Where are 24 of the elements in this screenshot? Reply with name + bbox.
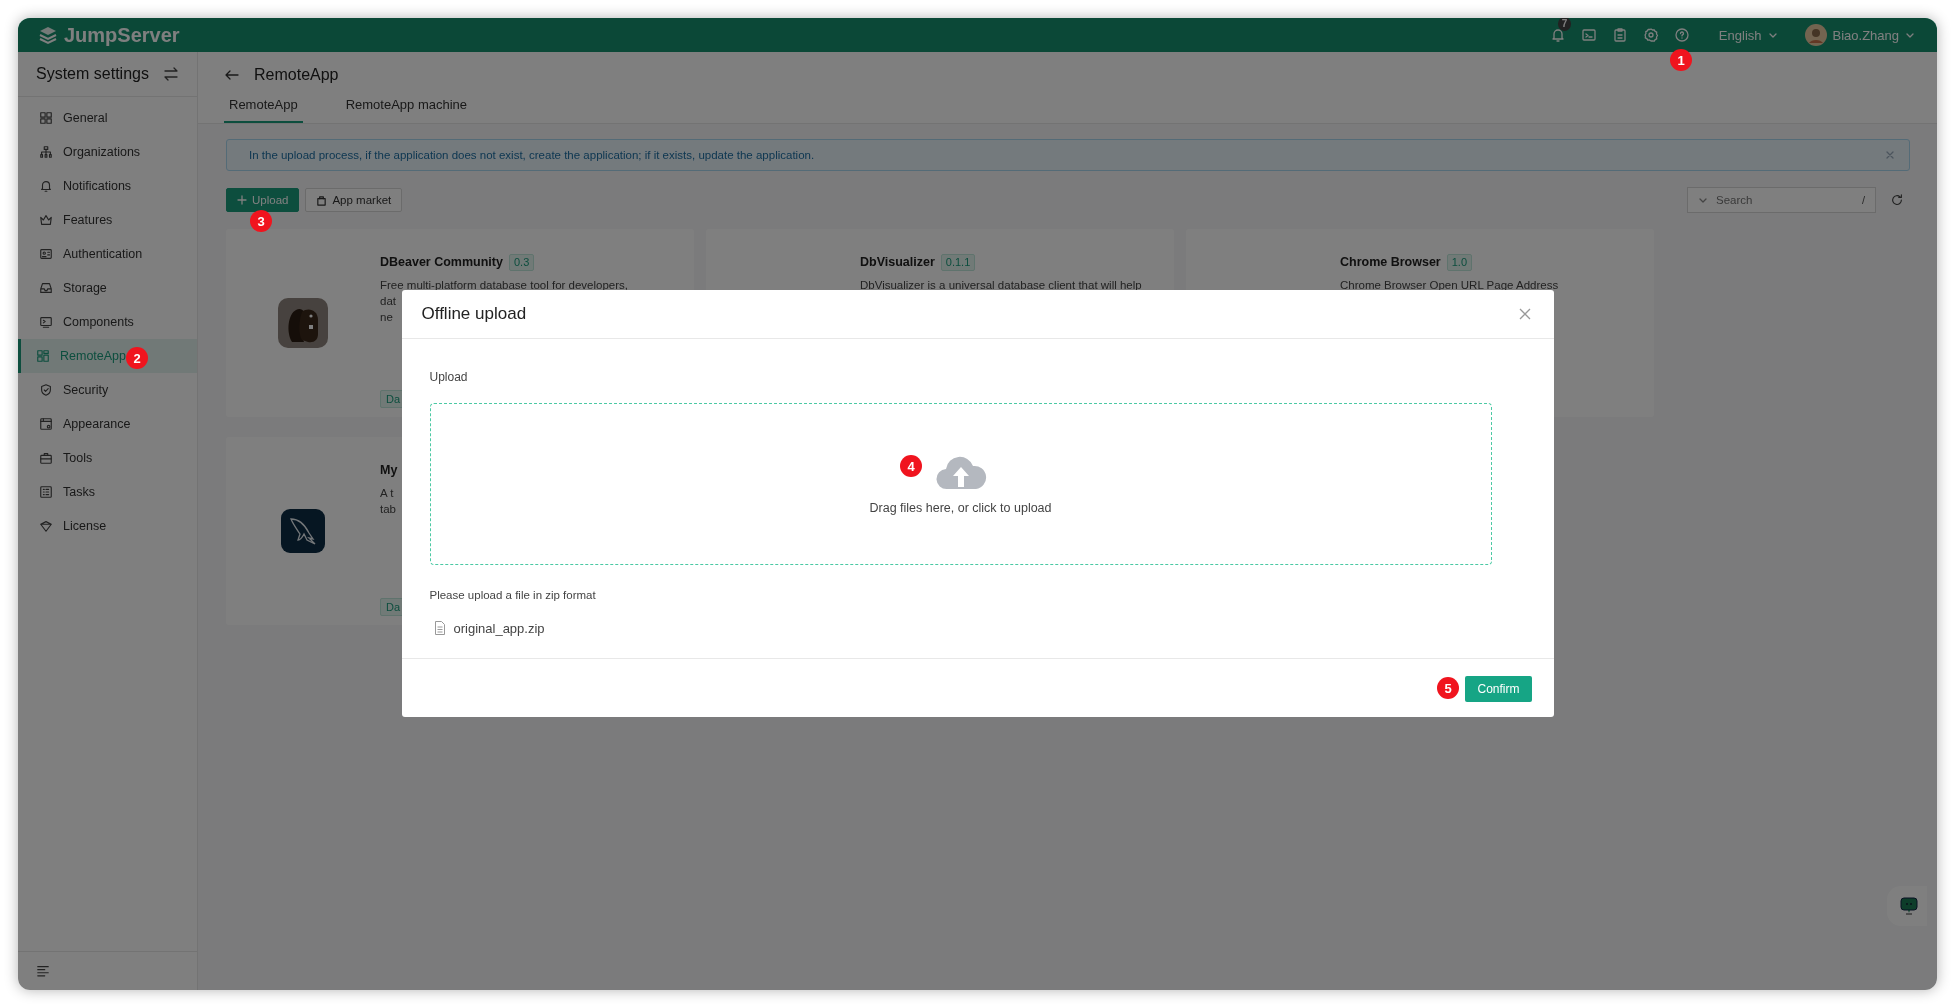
upload-hint: Please upload a file in zip format xyxy=(429,588,597,603)
app-name: DbVisualizer xyxy=(860,255,935,269)
notification-badge: 7 xyxy=(1557,18,1572,31)
dialog-title: Offline upload xyxy=(421,304,527,324)
app-description: Free multi-platform database tool for developers, xyxy=(380,278,628,293)
alert-text: In the upload process, if the application does not exist, create the application; if it exists, update the application. xyxy=(249,149,815,161)
app-description: dat xyxy=(380,294,396,309)
app-description: A t xyxy=(380,486,394,501)
logo-text: JumpServer xyxy=(64,23,180,47)
version-tag: 0.3 xyxy=(508,253,535,271)
page-title: RemoteApp xyxy=(254,65,339,84)
app-name: Chrome Browser xyxy=(1340,255,1441,269)
app-description: tab xyxy=(380,502,396,517)
shortcut-hint: / xyxy=(1861,194,1865,206)
field-label: Upload xyxy=(429,369,469,385)
app-description: DbVisualizer is a universal database client that will help xyxy=(860,278,1142,293)
app-description: ne xyxy=(380,310,393,325)
version-tag: 1.0 xyxy=(1446,253,1473,271)
dropzone-text: Drag files here, or click to upload xyxy=(869,501,1052,515)
version-tag: 0.1.1 xyxy=(940,253,976,271)
app-name: My xyxy=(380,463,398,477)
app-description: Chrome Browser Open URL Page Address xyxy=(1340,278,1559,293)
app-name: DBeaver Community xyxy=(380,255,503,269)
sidebar-title: System settings xyxy=(36,65,149,83)
